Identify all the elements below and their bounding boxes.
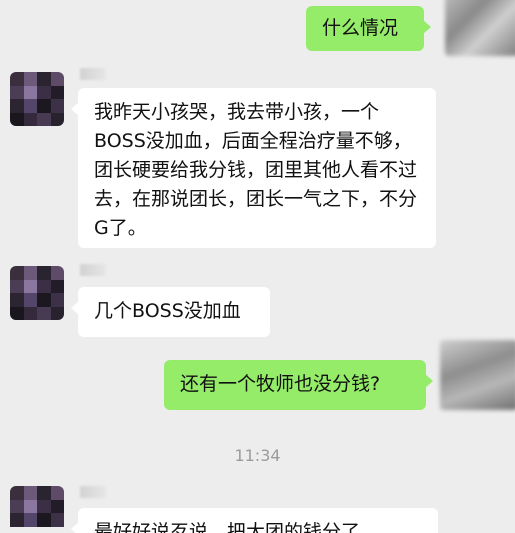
contact-name-blurred [80, 68, 106, 80]
message-bubble-outgoing[interactable]: 什么情况 [306, 6, 431, 51]
contact-avatar[interactable] [10, 266, 64, 320]
self-avatar-blurred[interactable] [440, 340, 515, 410]
message-bubble-incoming[interactable]: 几个BOSS没加血 [71, 287, 270, 337]
message-text: 我昨天小孩哭，我去带小孩，一个BOSS没加血，后面全程治疗量不够，团长硬要给我分… [94, 101, 418, 239]
message-text: 什么情况 [322, 17, 399, 39]
message-bubble-outgoing[interactable]: 还有一个牧师也没分钱? [164, 360, 433, 410]
message-bubble-incoming[interactable]: 我昨天小孩哭，我去带小孩，一个BOSS没加血，后面全程治疗量不够，团长硬要给我分… [71, 88, 436, 248]
message-text: 还有一个牧师也没分钱? [180, 373, 381, 395]
message-text: 几个BOSS没加血 [94, 300, 241, 322]
message-bubble-incoming[interactable]: 最好好说歹说，把大团的钱分了 [71, 508, 438, 533]
contact-avatar[interactable] [10, 486, 64, 533]
contact-name-blurred [80, 486, 106, 498]
chat-view[interactable]: 什么情况 我昨天小孩哭，我去带小孩，一个BOSS没加血，后面全程治疗量不够，团长… [0, 0, 515, 533]
self-avatar-blurred[interactable] [445, 0, 515, 56]
timestamp: 11:34 [234, 446, 281, 465]
contact-name-blurred [80, 264, 106, 276]
message-text: 最好好说歹说，把大团的钱分了 [94, 521, 361, 533]
contact-avatar[interactable] [10, 72, 64, 126]
